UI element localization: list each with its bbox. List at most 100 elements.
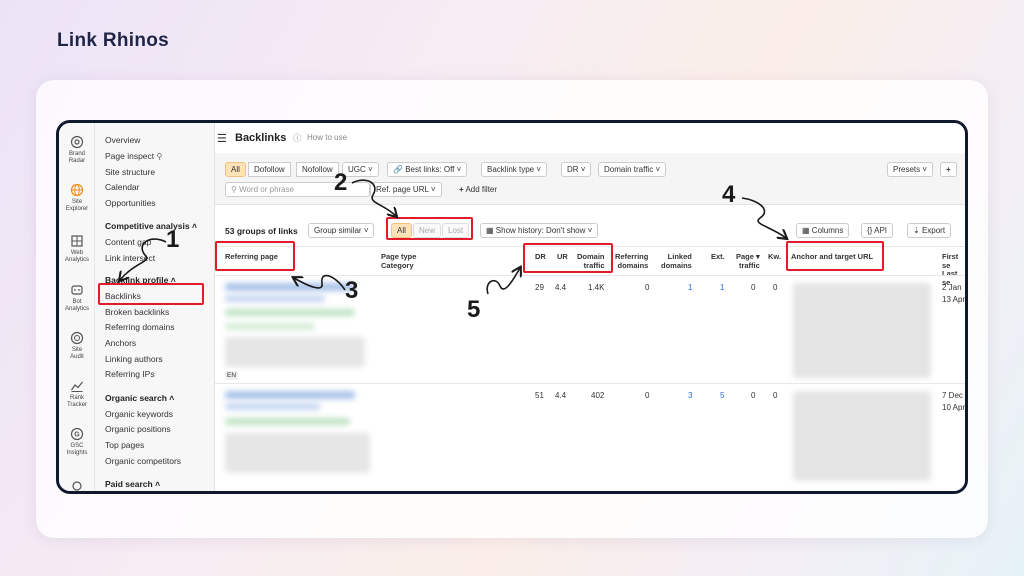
sidebar-item-calendar[interactable]: Calendar xyxy=(105,182,140,192)
col-page-type[interactable]: Page type Category xyxy=(381,252,416,270)
col-linked-domains[interactable]: Linked domains xyxy=(661,252,692,270)
cell-dr: 51 xyxy=(535,391,544,400)
filter-best-links[interactable]: 🔗 Best links: Off ˅ xyxy=(387,162,468,177)
blurred-page-title xyxy=(225,391,355,399)
filter-dr[interactable]: DR ˅ xyxy=(561,162,592,177)
cell-domain-traffic: 1.4K xyxy=(588,283,605,292)
cell-referring-domains: 0 xyxy=(645,391,650,400)
cell-linked-domains[interactable]: 3 xyxy=(688,391,692,400)
sidebar-section-organic[interactable]: Organic search ˄ xyxy=(105,393,174,403)
nav-more[interactable] xyxy=(59,479,95,491)
col-first-last-seen[interactable]: First se Last se xyxy=(942,252,965,287)
api-button[interactable]: {} API xyxy=(861,223,894,238)
filter-dofollow[interactable]: Dofollow xyxy=(248,162,291,177)
add-filter-button[interactable]: + Add filter xyxy=(459,185,497,194)
sidebar-item-organic-positions[interactable]: Organic positions xyxy=(105,424,171,434)
filter-backlink-type[interactable]: Backlink type ˅ xyxy=(481,162,548,177)
sidebar-item-organic-keywords[interactable]: Organic keywords xyxy=(105,409,173,419)
cell-linked-domains[interactable]: 1 xyxy=(688,283,692,292)
annotation-number: 5 xyxy=(467,296,481,323)
chevron-down-icon: ˅ xyxy=(580,165,586,174)
blurred-page-snippet xyxy=(225,433,370,473)
sidebar-item-organic-competitors[interactable]: Organic competitors xyxy=(105,456,181,466)
cell-last-seen: 13 Apr xyxy=(942,295,966,304)
sidebar-item-linking-authors[interactable]: Linking authors xyxy=(105,354,163,364)
export-button[interactable]: ⇣ Export xyxy=(907,223,952,238)
chevron-down-icon: ˅ xyxy=(536,165,542,174)
sidebar-item-opportunities[interactable]: Opportunities xyxy=(105,198,156,208)
sidebar-item-content-gap[interactable]: Content gap xyxy=(105,237,151,247)
link-icon: 🔗 xyxy=(393,165,403,174)
nav-bot-analytics[interactable]: Bot Analytics xyxy=(59,283,95,313)
svg-text:G: G xyxy=(74,432,80,439)
sidebar-section-competitive[interactable]: Competitive analysis ˄ xyxy=(105,221,197,231)
filter-domain-traffic[interactable]: Domain traffic ˅ xyxy=(598,162,667,177)
chevron-down-icon: ˅ xyxy=(655,165,661,174)
blurred-page-url xyxy=(225,309,355,316)
audit-icon xyxy=(70,331,84,345)
nav-site-explorer[interactable]: Site Explorer xyxy=(59,183,95,213)
blurred-anchor-target xyxy=(793,391,931,481)
col-referring-domains[interactable]: Referring domains xyxy=(615,252,648,270)
sidebar-section-paid[interactable]: Paid search ˄ xyxy=(105,479,160,489)
filter-all[interactable]: All xyxy=(225,162,246,177)
nav-gsc-insights[interactable]: G GSC Insights xyxy=(59,427,95,457)
gear-icon xyxy=(72,481,82,491)
sidebar-item-top-pages[interactable]: Top pages xyxy=(105,440,144,450)
page-title: Backlinks xyxy=(235,132,287,144)
nav-web-analytics[interactable]: Web Analytics xyxy=(59,234,95,264)
sidebar-item-site-structure[interactable]: Site structure xyxy=(105,167,155,177)
sidebar-item-page-inspect[interactable]: Page inspect ⚲ xyxy=(105,151,162,161)
blurred-page-title xyxy=(225,403,320,410)
radar-icon xyxy=(70,135,84,149)
language-badge: EN xyxy=(225,371,239,380)
nav-rank-tracker[interactable]: Rank Tracker xyxy=(59,379,95,409)
col-ext[interactable]: Ext. xyxy=(711,252,725,262)
brand-logo: Link Rhinos xyxy=(57,30,170,51)
globe-icon xyxy=(70,183,84,197)
group-similar-dropdown[interactable]: Group similar ˅ xyxy=(308,223,375,238)
page-header: ☰ Backlinks ⓘ How to use xyxy=(215,123,965,153)
cell-first-seen: 2 Jan xyxy=(942,283,962,292)
sidebar-item-referring-ips[interactable]: Referring IPs xyxy=(105,369,155,379)
filter-nofollow[interactable]: Nofollow xyxy=(296,162,339,177)
col-kw[interactable]: Kw. xyxy=(768,252,781,262)
show-history-dropdown[interactable]: ▦ Show history: Don't show ˅ xyxy=(480,223,599,238)
row-divider xyxy=(215,383,965,384)
nav-brand-radar[interactable]: Brand Radar xyxy=(59,135,95,165)
sidebar-item-overview[interactable]: Overview xyxy=(105,135,140,145)
ref-page-url-select[interactable]: Ref. page URL ˅ xyxy=(370,182,442,197)
blurred-page-snippet xyxy=(225,337,365,367)
how-to-use-link[interactable]: How to use xyxy=(307,133,347,142)
chevron-down-icon: ˅ xyxy=(430,185,436,194)
sidebar-item-link-intersect[interactable]: Link intersect xyxy=(105,253,155,263)
sidebar-item-anchors[interactable]: Anchors xyxy=(105,338,136,348)
sidebar-item-referring-domains[interactable]: Referring domains xyxy=(105,322,174,332)
annotation-number: 3 xyxy=(345,277,359,304)
presets-dropdown[interactable]: Presets ˅ xyxy=(887,162,934,177)
cell-dr: 29 xyxy=(535,283,544,292)
nav-site-audit[interactable]: Site Audit xyxy=(59,331,95,361)
sidebar-item-broken-backlinks[interactable]: Broken backlinks xyxy=(105,307,169,317)
menu-icon[interactable]: ☰ xyxy=(217,132,227,145)
chevron-down-icon: ˅ xyxy=(368,165,373,174)
chevron-up-icon: ˄ xyxy=(191,221,197,231)
chevron-up-icon: ˄ xyxy=(169,393,175,403)
cell-ext[interactable]: 1 xyxy=(720,283,724,292)
search-icon: ⚲ xyxy=(156,152,163,161)
filter-ugc[interactable]: UGC ˅ xyxy=(342,162,379,177)
columns-button[interactable]: ▦ Columns xyxy=(796,223,850,238)
bot-icon xyxy=(71,285,83,295)
add-preset-button[interactable]: + xyxy=(940,162,957,177)
calendar-icon: ▦ xyxy=(486,226,494,235)
blurred-page-url xyxy=(225,418,350,425)
col-page-traffic[interactable]: Page ▾ traffic xyxy=(736,252,760,270)
help-icon[interactable]: ⓘ xyxy=(293,132,302,144)
search-input[interactable]: ⚲ Word or phrase xyxy=(225,182,370,197)
blurred-page-title xyxy=(225,283,355,291)
cell-page-traffic: 0 xyxy=(751,283,756,292)
cell-kw: 0 xyxy=(773,283,778,292)
chevron-down-icon: ˅ xyxy=(363,226,369,235)
cell-ext[interactable]: 5 xyxy=(720,391,724,400)
highlight-anchor-target xyxy=(786,241,884,271)
